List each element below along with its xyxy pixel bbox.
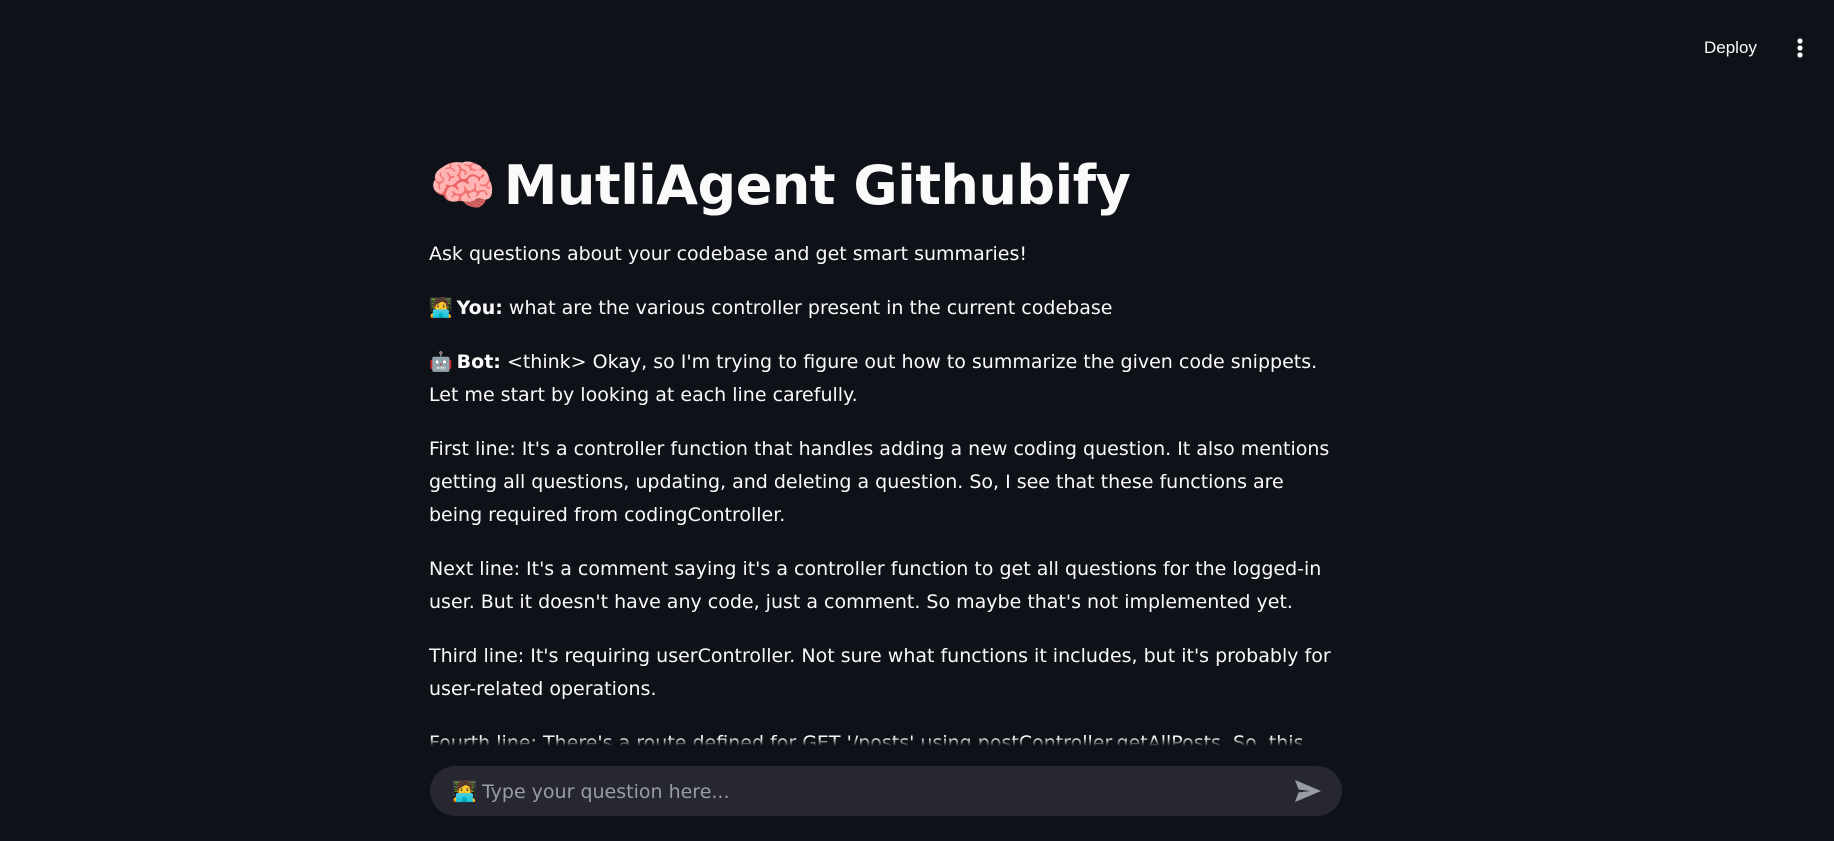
- user-message: 🧑‍💻 You: what are the various controller …: [429, 292, 1337, 325]
- chat-input-bar: 🧑‍💻: [430, 766, 1342, 818]
- bot-role-label: Bot:: [456, 351, 501, 373]
- send-icon: [1295, 780, 1321, 802]
- main-content: 🧠 MutliAgent Githubify Ask questions abou…: [429, 148, 1337, 746]
- deploy-button[interactable]: Deploy: [1694, 32, 1767, 64]
- bot-message-text: <think> Okay, so I'm trying to figure ou…: [429, 351, 1318, 406]
- page-subtitle: Ask questions about your codebase and ge…: [429, 243, 1028, 265]
- brain-icon: 🧠: [429, 154, 496, 217]
- bot-paragraph: Next line: It's a comment saying it's a …: [429, 558, 1322, 613]
- user-avatar-icon: 🧑‍💻: [452, 779, 477, 803]
- user-message-text: what are the various controller present …: [508, 297, 1113, 319]
- bot-message: 🤖 Bot: <think> Okay, so I'm trying to fig…: [429, 346, 1337, 412]
- scroll-fade: [429, 738, 1337, 746]
- page-title-text: MutliAgent Githubify: [503, 154, 1131, 217]
- page-title: 🧠 MutliAgent Githubify: [429, 148, 1337, 224]
- chat-input[interactable]: [480, 766, 1264, 818]
- user-role-label: You:: [456, 297, 503, 319]
- bot-paragraph: First line: It's a controller function t…: [429, 438, 1330, 526]
- app-header: Deploy: [0, 0, 1834, 96]
- bot-avatar-icon: 🤖: [429, 351, 453, 373]
- bot-paragraph: Third line: It's requiring userControlle…: [429, 645, 1331, 700]
- send-button[interactable]: [1292, 777, 1324, 805]
- user-avatar-icon: 🧑‍💻: [429, 297, 453, 319]
- kebab-menu-icon[interactable]: [1786, 32, 1814, 64]
